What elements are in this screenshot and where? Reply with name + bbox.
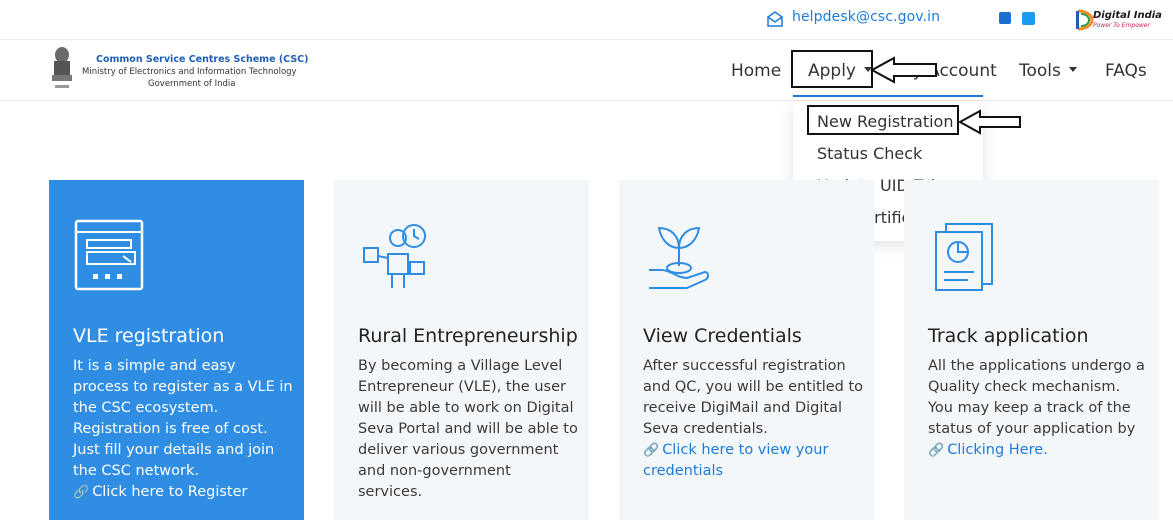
register-link-label: Click here to Register bbox=[92, 484, 248, 500]
helpdesk-email-link[interactable]: helpdesk@csc.gov.in bbox=[792, 9, 940, 25]
active-nav-underline bbox=[793, 95, 983, 97]
digital-india-title: Digital India bbox=[1093, 10, 1162, 21]
card-description: After successful registration and QC, yo… bbox=[643, 356, 863, 482]
card-title: View Credentials bbox=[643, 325, 802, 347]
view-credentials-link-label: Click here to view your credentials bbox=[643, 442, 829, 479]
digital-india-tagline: Power To Empower bbox=[1093, 22, 1150, 29]
card-track-application: Track application All the applications u… bbox=[904, 180, 1159, 520]
link-icon: 🔗 bbox=[643, 443, 660, 458]
document-chart-icon bbox=[935, 223, 993, 291]
register-link[interactable]: 🔗 Click here to Register bbox=[73, 484, 248, 500]
card-rural-entrepreneurship: Rural Entrepreneurship By becoming a Vil… bbox=[334, 180, 589, 520]
card-text: It is a simple and easy process to regis… bbox=[73, 358, 293, 479]
chevron-down-icon bbox=[1068, 66, 1077, 72]
registration-form-icon bbox=[74, 219, 144, 291]
national-emblem-logo bbox=[52, 47, 72, 88]
card-text: All the applications undergo a Quality c… bbox=[928, 358, 1145, 437]
card-title: Rural Entrepreneurship bbox=[358, 325, 578, 347]
link-icon: 🔗 bbox=[73, 485, 90, 500]
card-description: By becoming a Village Level Entrepreneur… bbox=[358, 356, 578, 503]
track-application-link-label: Clicking Here. bbox=[947, 442, 1048, 458]
card-title: VLE registration bbox=[73, 325, 225, 347]
card-text: By becoming a Village Level Entrepreneur… bbox=[358, 358, 578, 500]
brand-title: Common Service Centres Scheme (CSC) bbox=[96, 54, 309, 65]
twitter-icon[interactable] bbox=[1022, 12, 1035, 25]
main-navbar: Common Service Centres Scheme (CSC) Mini… bbox=[0, 41, 1173, 101]
menu-item-status-check[interactable]: Status Check bbox=[817, 144, 922, 163]
annotation-arrow-icon bbox=[958, 109, 1021, 135]
card-description: It is a simple and easy process to regis… bbox=[73, 356, 293, 503]
annotation-box-apply bbox=[791, 50, 873, 88]
entrepreneur-icon bbox=[363, 224, 426, 288]
brand-government: Government of India bbox=[148, 79, 236, 89]
envelope-icon bbox=[767, 11, 783, 27]
card-title: Track application bbox=[928, 325, 1089, 347]
card-vle-registration: VLE registration It is a simple and easy… bbox=[49, 180, 304, 520]
annotation-arrow-icon bbox=[870, 56, 937, 84]
nav-tools-label: Tools bbox=[1019, 61, 1061, 81]
link-icon: 🔗 bbox=[928, 443, 945, 458]
annotation-box-new-registration bbox=[807, 105, 959, 135]
track-application-link[interactable]: 🔗 Clicking Here. bbox=[928, 442, 1048, 458]
nav-tools[interactable]: Tools bbox=[1019, 61, 1077, 81]
nav-home[interactable]: Home bbox=[731, 61, 781, 81]
plant-in-hand-icon bbox=[649, 226, 709, 289]
brand-ministry: Ministry of Electronics and Information … bbox=[82, 67, 297, 77]
facebook-icon[interactable] bbox=[999, 12, 1011, 24]
card-view-credentials: View Credentials After successful regist… bbox=[619, 180, 874, 520]
card-description: All the applications undergo a Quality c… bbox=[928, 356, 1148, 461]
nav-faqs[interactable]: FAQs bbox=[1105, 61, 1147, 81]
view-credentials-link[interactable]: 🔗 Click here to view your credentials bbox=[643, 442, 828, 479]
top-bar: helpdesk@csc.gov.in Digital India Power … bbox=[0, 0, 1173, 40]
card-text: After successful registration and QC, yo… bbox=[643, 358, 864, 437]
